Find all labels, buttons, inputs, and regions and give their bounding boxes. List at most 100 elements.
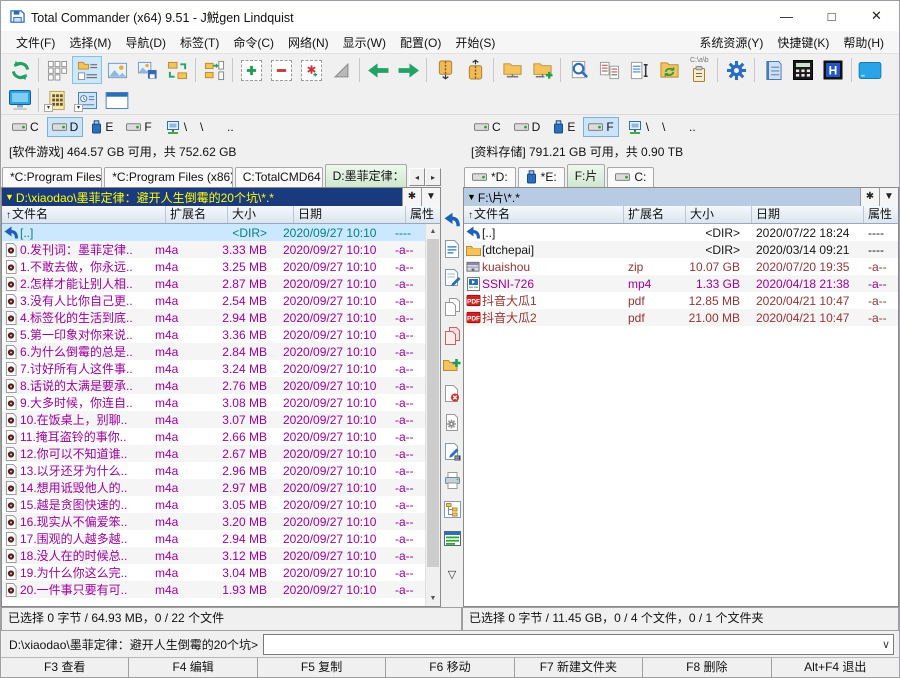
menu-item[interactable]: 配置(O) — [393, 32, 448, 53]
folder-tab[interactable]: *E: — [518, 167, 565, 187]
folder-tab[interactable]: *C:Program Files (x86) — [104, 167, 232, 187]
file-row[interactable]: 6.为什么倒霉的总是..m4a2.84 MB2020/09/27 10:10-a… — [2, 343, 425, 360]
filter-asterisk-button[interactable]: ✱ — [860, 188, 879, 206]
file-row[interactable]: 5.第一印象对你来说..m4a3.36 MB2020/09/27 10:10-a… — [2, 326, 425, 343]
command-input[interactable] — [264, 635, 875, 654]
scrollbar-thumb[interactable] — [427, 239, 439, 567]
cpanel-button[interactable]: ▾ — [72, 87, 102, 113]
folder-tab[interactable]: F:片 — [567, 164, 606, 187]
menu-item[interactable]: 网络(N) — [281, 32, 336, 53]
file-row[interactable]: 11.掩耳盗铃的事你..m4a2.66 MB2020/09/27 10:10-a… — [2, 428, 425, 445]
function-key-button[interactable]: F7 新建文件夹 — [514, 658, 642, 677]
file-row[interactable]: 20.一件事只要有可..m4a1.93 MB2020/09/27 10:10-a… — [2, 581, 425, 598]
menu-item[interactable]: 标签(T) — [173, 32, 226, 53]
pack-button[interactable] — [430, 56, 460, 84]
column-header-size[interactable]: 大小 — [686, 206, 752, 223]
search-button[interactable] — [564, 56, 594, 84]
list-button[interactable] — [442, 529, 462, 548]
file-row[interactable]: [..]<DIR>2020/07/22 18:24---- — [464, 224, 898, 241]
view-quick-button[interactable] — [132, 56, 162, 84]
file-row[interactable]: 14.想用诋毁他人的..m4a2.97 MB2020/09/27 10:10-a… — [2, 479, 425, 496]
menu-item[interactable]: 文件(F) — [9, 32, 62, 53]
path-dropdown-button[interactable]: ▼ — [879, 188, 898, 206]
column-header-ext[interactable]: 扩展名 — [624, 206, 686, 223]
file-row[interactable]: 17.围观的人越多越..m4a2.94 MB2020/09/27 10:10-a… — [2, 530, 425, 547]
column-header-ext[interactable]: 扩展名 — [166, 206, 228, 223]
edit2-button[interactable] — [442, 442, 462, 461]
menu-item[interactable]: 选择(M) — [62, 32, 118, 53]
file-row[interactable]: 4.标签化的生活到底..m4a2.94 MB2020/09/27 10:10-a… — [2, 309, 425, 326]
dropdown-arrow-icon[interactable]: ▾ — [44, 104, 53, 112]
pastepath-button[interactable]: C:\a\b — [684, 56, 714, 84]
file-row[interactable]: 1.不敢去做，你永远..m4a3.25 MB2020/09/27 10:10-a… — [2, 258, 425, 275]
drive-button-E[interactable]: E — [86, 117, 118, 137]
sel-minus-button[interactable] — [266, 56, 296, 84]
drive-button-root[interactable]: \ — [195, 117, 219, 137]
folder-tab[interactable]: D:墨菲定律： — [325, 164, 407, 187]
path-dropdown-button[interactable]: ▼ — [421, 188, 440, 206]
command-history-dropdown-icon[interactable]: ∨ — [882, 636, 890, 654]
file-row[interactable]: 10.在饭桌上，别聊..m4a3.07 MB2020/09/27 10:10-a… — [2, 411, 425, 428]
menu-item[interactable]: 命令(C) — [226, 32, 281, 53]
menu-item[interactable]: 显示(W) — [336, 32, 393, 53]
file-row[interactable]: [dtchepai]<DIR>2020/03/14 09:21---- — [464, 241, 898, 258]
view-thumb-button[interactable] — [102, 56, 132, 84]
edit-button[interactable] — [442, 268, 462, 287]
function-key-button[interactable]: F4 编辑 — [128, 658, 256, 677]
folder-tab[interactable]: C:TotalCMD64 — [235, 167, 323, 187]
print-button[interactable] — [442, 471, 462, 490]
forward-button[interactable] — [393, 56, 423, 84]
menu-item[interactable]: 系统资源(Y) — [692, 32, 770, 53]
sel-half-button[interactable] — [326, 56, 356, 84]
scroll-down-icon[interactable]: ▼ — [426, 591, 440, 606]
column-header-attr[interactable]: 属性 — [406, 206, 440, 223]
drive-button-root[interactable]: \ — [657, 117, 681, 137]
folder-tab[interactable]: *C:Program Files — [2, 167, 102, 187]
file-row[interactable]: 18.没人在的时候总..m4a3.12 MB2020/09/27 10:10-a… — [2, 547, 425, 564]
tree-swap-button[interactable] — [162, 56, 192, 84]
file-row[interactable]: 16.现实从不偏爱笨..m4a3.20 MB2020/09/27 10:10-a… — [2, 513, 425, 530]
drive-button-parent[interactable]: .. — [222, 117, 246, 137]
del-button[interactable] — [442, 384, 462, 403]
view-brief-button[interactable] — [42, 56, 72, 84]
drive-button-D[interactable]: D — [509, 117, 546, 137]
function-key-button[interactable]: F5 复制 — [257, 658, 385, 677]
unpack-button[interactable] — [460, 56, 490, 84]
notepad-button[interactable] — [758, 56, 788, 84]
file-row[interactable]: 8.话说的太满是要承..m4a2.76 MB2020/09/27 10:10-a… — [2, 377, 425, 394]
file-row[interactable]: [..]<DIR>2020/09/27 10:10---- — [2, 224, 425, 241]
menu-item[interactable]: 帮助(H) — [836, 32, 891, 53]
drive-button-D[interactable]: D — [47, 117, 84, 137]
file-row[interactable]: 15.越是贪图快速的..m4a3.05 MB2020/09/27 10:10-a… — [2, 496, 425, 513]
view-button[interactable] — [442, 239, 462, 258]
folder-tab[interactable]: *D: — [464, 167, 516, 187]
drive-button-C[interactable]: C — [469, 117, 506, 137]
close-button[interactable]: ✕ — [854, 1, 899, 31]
column-header-name[interactable]: ↑文件名 — [2, 206, 166, 223]
path-menu-icon[interactable]: ▼ — [464, 192, 478, 202]
column-header-date[interactable]: 日期 — [294, 206, 406, 223]
mkdir-button[interactable] — [442, 355, 462, 374]
tree-button[interactable] — [442, 500, 462, 519]
gear-button[interactable] — [721, 56, 751, 84]
move-button[interactable] — [442, 326, 462, 345]
copy-button[interactable] — [442, 297, 462, 316]
up-button[interactable] — [442, 210, 462, 229]
file-row[interactable]: PDF抖音大瓜1pdf12.85 MB2020/04/21 10:47-a-- — [464, 292, 898, 309]
command-input-box[interactable]: ∨ — [263, 634, 894, 655]
tab-scroll-left-icon[interactable]: ◂ — [409, 168, 425, 186]
menu-item[interactable]: 导航(D) — [118, 32, 173, 53]
help-h-button[interactable]: H — [818, 56, 848, 84]
file-row[interactable]: kuaishouzip10.07 GB2020/07/20 19:35-a-- — [464, 258, 898, 275]
column-header-size[interactable]: 大小 — [228, 206, 294, 223]
view-detail-button[interactable] — [72, 56, 102, 84]
props-button[interactable] — [442, 413, 462, 432]
function-key-button[interactable]: F3 查看 — [1, 658, 128, 677]
scroll-up-icon[interactable]: ▲ — [426, 224, 440, 239]
file-row[interactable]: 19.为什么你这么完..m4a3.04 MB2020/09/27 10:10-a… — [2, 564, 425, 581]
file-row[interactable]: 7.讨好所有人这件事..m4a3.24 MB2020/09/27 10:10-a… — [2, 360, 425, 377]
tab-scroll-right-icon[interactable]: ▸ — [425, 168, 441, 186]
drive-button-F[interactable]: F — [121, 117, 156, 137]
left-scrollbar[interactable]: ▲ ▼ — [425, 224, 440, 606]
left-path-bar[interactable]: ▼ D:\xiaodao\墨菲定律：避开人生倒霉的20个坑\*.* ✱ ▼ — [2, 188, 440, 206]
